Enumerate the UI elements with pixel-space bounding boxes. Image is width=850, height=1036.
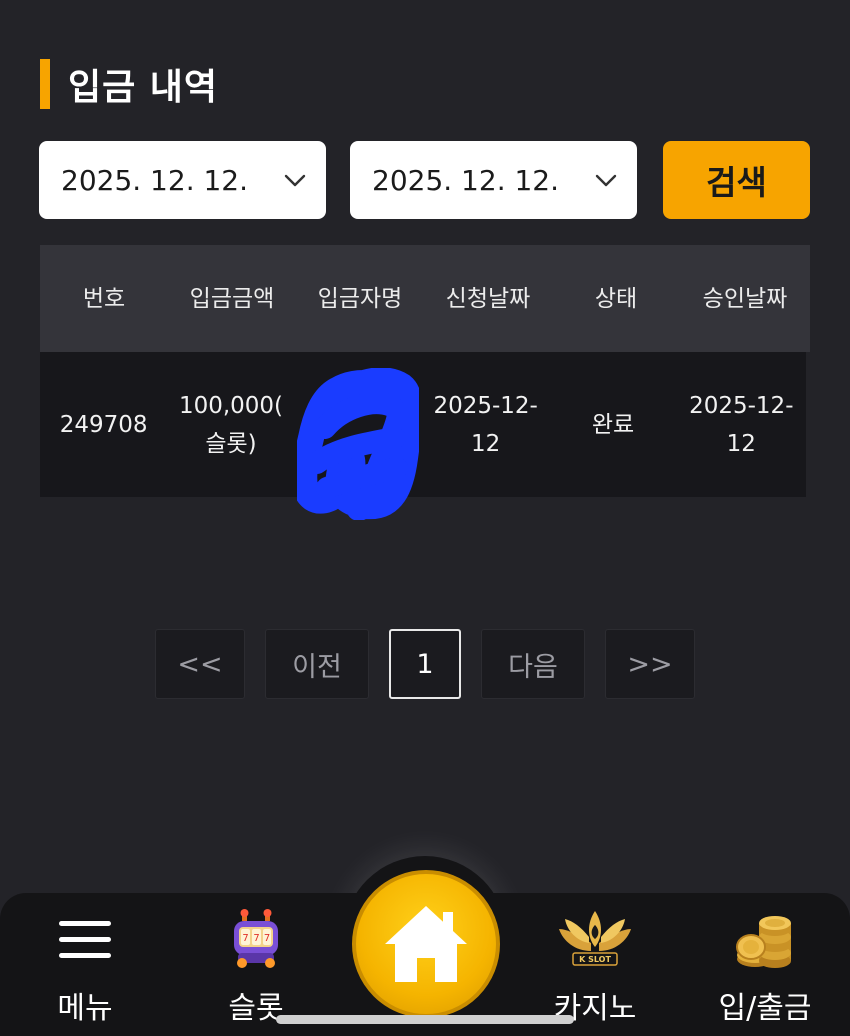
- cell-request-date-line2: 12: [471, 430, 501, 457]
- deposit-history-page: 입금 내역 2025. 12. 12. 2025. 12. 12. 검색 번호 …: [0, 0, 850, 1036]
- cell-amount-line1: 100,000(: [178, 392, 284, 419]
- end-date-select[interactable]: 2025. 12. 12.: [350, 141, 637, 219]
- nav-casino[interactable]: K SLOT 카지노: [530, 905, 660, 1026]
- column-header-request-date: 신청날짜: [445, 285, 531, 312]
- nav-menu-label: 메뉴: [57, 991, 113, 1026]
- column-header-number: 번호: [82, 285, 126, 312]
- cell-number: 249708: [59, 411, 148, 438]
- cell-approve-date-line2: 12: [726, 430, 756, 457]
- title-accent-bar: [40, 59, 50, 109]
- pagination-prev-button[interactable]: 이전: [265, 629, 369, 699]
- cell-approve-date: 2025-12- 12: [677, 387, 806, 463]
- column-header-depositor: 입금자명: [317, 285, 403, 312]
- chevron-down-icon: [284, 174, 306, 187]
- cell-amount-line2: 슬롯): [205, 430, 257, 457]
- table-row: 249708 100,000( 슬롯) 2025-12- 12 완료 2025-…: [40, 352, 806, 497]
- nav-slot[interactable]: 7 7 7 슬롯: [191, 905, 321, 1026]
- pagination-current-page[interactable]: 1: [389, 629, 461, 699]
- nav-menu[interactable]: 메뉴: [20, 905, 150, 1026]
- start-date-select[interactable]: 2025. 12. 12.: [39, 141, 326, 219]
- cell-approve-date-line1: 2025-12-: [689, 392, 794, 419]
- svg-text:7: 7: [242, 933, 248, 944]
- pagination-first-button[interactable]: <<: [155, 629, 245, 699]
- gold-coins-icon: [736, 916, 791, 968]
- slot-machine-icon: 7 7 7: [234, 909, 278, 968]
- column-header-status: 상태: [594, 285, 638, 312]
- redaction-scribble: [297, 368, 419, 520]
- cell-amount: 100,000( 슬롯): [167, 387, 294, 463]
- home-button[interactable]: [352, 870, 500, 1018]
- home-icon: [385, 906, 467, 982]
- home-indicator-bar: [276, 1015, 574, 1024]
- casino-logo-text: K SLOT: [579, 955, 611, 964]
- hamburger-menu-icon: [59, 921, 111, 958]
- column-header-approve-date: 승인날짜: [702, 285, 788, 312]
- page-title: 입금 내역: [68, 67, 219, 108]
- nav-deposit-withdraw[interactable]: 입/출금: [700, 905, 830, 1026]
- end-date-value: 2025. 12. 12.: [372, 163, 560, 197]
- page-header: 입금 내역: [40, 58, 218, 110]
- deposit-table: 번호 입금금액 입금자명 신청날짜 상태 승인날짜 249708 100,000…: [40, 245, 810, 497]
- svg-text:7: 7: [264, 933, 270, 944]
- table-header: 번호 입금금액 입금자명 신청날짜 상태 승인날짜: [40, 245, 810, 352]
- start-date-value: 2025. 12. 12.: [61, 163, 249, 197]
- pagination-last-button[interactable]: >>: [605, 629, 695, 699]
- svg-text:7: 7: [253, 933, 259, 944]
- column-header-amount: 입금금액: [189, 285, 275, 312]
- search-button[interactable]: 검색: [663, 141, 810, 219]
- nav-deposit-label: 입/출금: [718, 991, 812, 1026]
- cell-status: 완료: [591, 411, 635, 438]
- pagination-next-button[interactable]: 다음: [481, 629, 585, 699]
- cell-request-date: 2025-12- 12: [422, 387, 549, 463]
- casino-lotus-logo-icon: K SLOT: [559, 911, 631, 966]
- cell-request-date-line1: 2025-12-: [433, 392, 538, 419]
- chevron-down-icon: [595, 174, 617, 187]
